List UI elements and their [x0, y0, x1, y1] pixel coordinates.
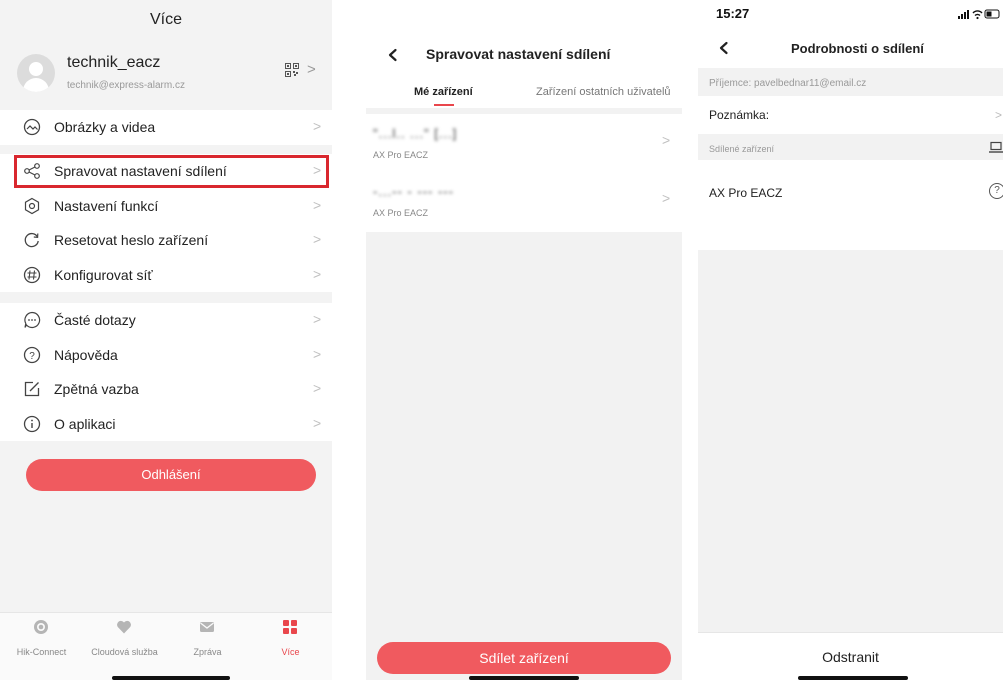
chevron-right-icon: >: [313, 345, 322, 362]
cloud-service-icon: [117, 620, 131, 634]
recipient-label: Příjemce: pavelbednar11@email.cz: [709, 78, 867, 89]
chevron-right-icon: >: [313, 196, 322, 213]
device-model: AX Pro EACZ: [373, 208, 429, 218]
share-device-button[interactable]: Sdílet zařízení: [377, 642, 671, 674]
chevron-right-icon: >: [995, 108, 1003, 122]
shared-device-row[interactable]: AX Pro EACZ: [698, 160, 1003, 250]
hik-connect-icon: [34, 620, 48, 634]
tab-more[interactable]: Více: [249, 613, 332, 663]
menu-label: Nápověda: [54, 346, 118, 363]
device-model: AX Pro EACZ: [373, 150, 429, 160]
menu-label: Nastavení funkcí: [54, 197, 159, 214]
menu-label: Konfigurovat síť: [54, 266, 153, 283]
tab-other-users-devices[interactable]: Zařízení ostatních uživatelů: [536, 86, 671, 98]
more-grid-icon: [283, 620, 297, 634]
logout-button[interactable]: Odhlášení: [26, 459, 316, 491]
tab-label: Zpráva: [193, 647, 222, 657]
chevron-right-icon: >: [313, 231, 322, 247]
avatar: [17, 54, 55, 92]
chevron-right-icon: >: [313, 311, 322, 327]
help-icon: ?: [23, 346, 41, 363]
device-row[interactable]: -...-- - --- --- AX Pro EACZ >: [366, 172, 682, 230]
home-indicator: [798, 676, 908, 680]
more-screen: Více technik_eacz technik@express-alarm.…: [0, 0, 332, 680]
menu-group-media: Obrázky a videa >: [0, 110, 332, 145]
chevron-right-icon: >: [313, 414, 322, 431]
message-icon: [200, 622, 214, 632]
chevron-right-icon: >: [313, 265, 322, 282]
menu-group-device: Spravovat nastavení sdílení > Nastavení …: [0, 154, 332, 292]
back-arrow-icon[interactable]: [717, 41, 731, 55]
chevron-right-icon: >: [313, 118, 322, 134]
menu-item-reset-password[interactable]: Resetovat heslo zařízení >: [0, 223, 332, 258]
chevron-right-icon: >: [307, 61, 316, 78]
tab-my-devices[interactable]: Mé zařízení: [414, 86, 473, 98]
info-icon: [23, 415, 41, 432]
menu-item-media[interactable]: Obrázky a videa >: [0, 110, 332, 145]
remove-button[interactable]: Odstranit: [698, 649, 1003, 665]
note-row[interactable]: Poznámka: >: [698, 96, 1003, 134]
feedback-icon: [24, 381, 40, 397]
tab-cloud-service[interactable]: Cloudová služba: [83, 613, 166, 663]
help-icon[interactable]: ?: [989, 183, 1003, 199]
menu-item-configure-network[interactable]: Konfigurovat síť >: [0, 258, 332, 293]
profile-email: technik@express-alarm.cz: [67, 80, 185, 91]
home-indicator: [469, 676, 579, 680]
menu-label: Časté dotazy: [54, 312, 136, 328]
note-label: Poznámka:: [709, 108, 770, 122]
chevron-right-icon: >: [662, 132, 671, 148]
menu-group-support: Časté dotazy > ? Nápověda > Zpětná vazba…: [0, 303, 332, 441]
tab-message[interactable]: Zpráva: [166, 613, 249, 663]
tab-label: Více: [281, 647, 300, 657]
tab-hik-connect[interactable]: Hik-Connect: [0, 613, 83, 663]
menu-item-function-settings[interactable]: Nastavení funkcí >: [0, 189, 332, 224]
chevron-right-icon: >: [313, 380, 322, 396]
page-title: Spravovat nastavení sdílení: [426, 46, 611, 62]
tab-label: Hik-Connect: [16, 647, 67, 657]
svg-text:?: ?: [29, 350, 35, 361]
network-icon: [23, 266, 41, 283]
menu-item-help[interactable]: ? Nápověda >: [0, 338, 332, 373]
remove-bar: Odstranit: [698, 632, 1003, 680]
share-settings-screen: Spravovat nastavení sdílení Mé zařízení …: [366, 0, 682, 680]
home-indicator: [112, 676, 230, 680]
function-settings-icon: [24, 197, 40, 214]
device-name-blurred: -...-- - --- ---: [373, 184, 454, 199]
page-title: Podrobnosti o sdílení: [791, 41, 924, 56]
device-name-blurred: "...l.. ..." [...]: [373, 126, 458, 141]
profile-username: technik_eacz: [67, 54, 161, 71]
menu-item-feedback[interactable]: Zpětná vazba >: [0, 372, 332, 407]
page-title: Více: [149, 11, 182, 28]
menu-item-faq[interactable]: Časté dotazy >: [0, 303, 332, 338]
status-time: 15:27: [716, 6, 750, 21]
menu-label: Obrázky a videa: [54, 119, 156, 135]
tab-label: Cloudová služba: [91, 647, 158, 657]
menu-label: Spravovat nastavení sdílení: [54, 163, 227, 179]
device-row[interactable]: "...l.. ..." [...] AX Pro EACZ >: [366, 114, 682, 172]
chevron-right-icon: >: [313, 162, 322, 178]
chevron-right-icon: >: [662, 190, 671, 206]
back-arrow-icon[interactable]: [386, 48, 400, 62]
qr-code-icon[interactable]: [285, 63, 299, 77]
active-tab-indicator: [434, 104, 454, 106]
media-icon: [23, 118, 41, 136]
menu-label: Zpětná vazba: [54, 381, 139, 397]
shared-device-name: AX Pro EACZ: [709, 186, 783, 200]
sharing-details-screen: 15:27 Podrobnosti o sdílení Příjemce: pa…: [698, 0, 1003, 680]
status-bar-icons: [958, 9, 1000, 20]
reset-icon: [24, 232, 39, 248]
menu-item-share-settings[interactable]: Spravovat nastavení sdílení >: [0, 154, 332, 189]
share-icon: [24, 163, 40, 179]
profile-card[interactable]: technik_eacz technik@express-alarm.cz >: [0, 42, 332, 108]
bottom-tab-bar: Hik-Connect Cloudová služba Zpráva Více: [0, 612, 332, 680]
device-icon[interactable]: [989, 141, 1003, 155]
menu-item-about[interactable]: O aplikaci >: [0, 407, 332, 442]
shared-devices-label: Sdílené zařízení: [709, 144, 775, 154]
menu-label: O aplikaci: [54, 415, 116, 432]
faq-icon: [24, 311, 41, 329]
menu-label: Resetovat heslo zařízení: [54, 232, 209, 248]
